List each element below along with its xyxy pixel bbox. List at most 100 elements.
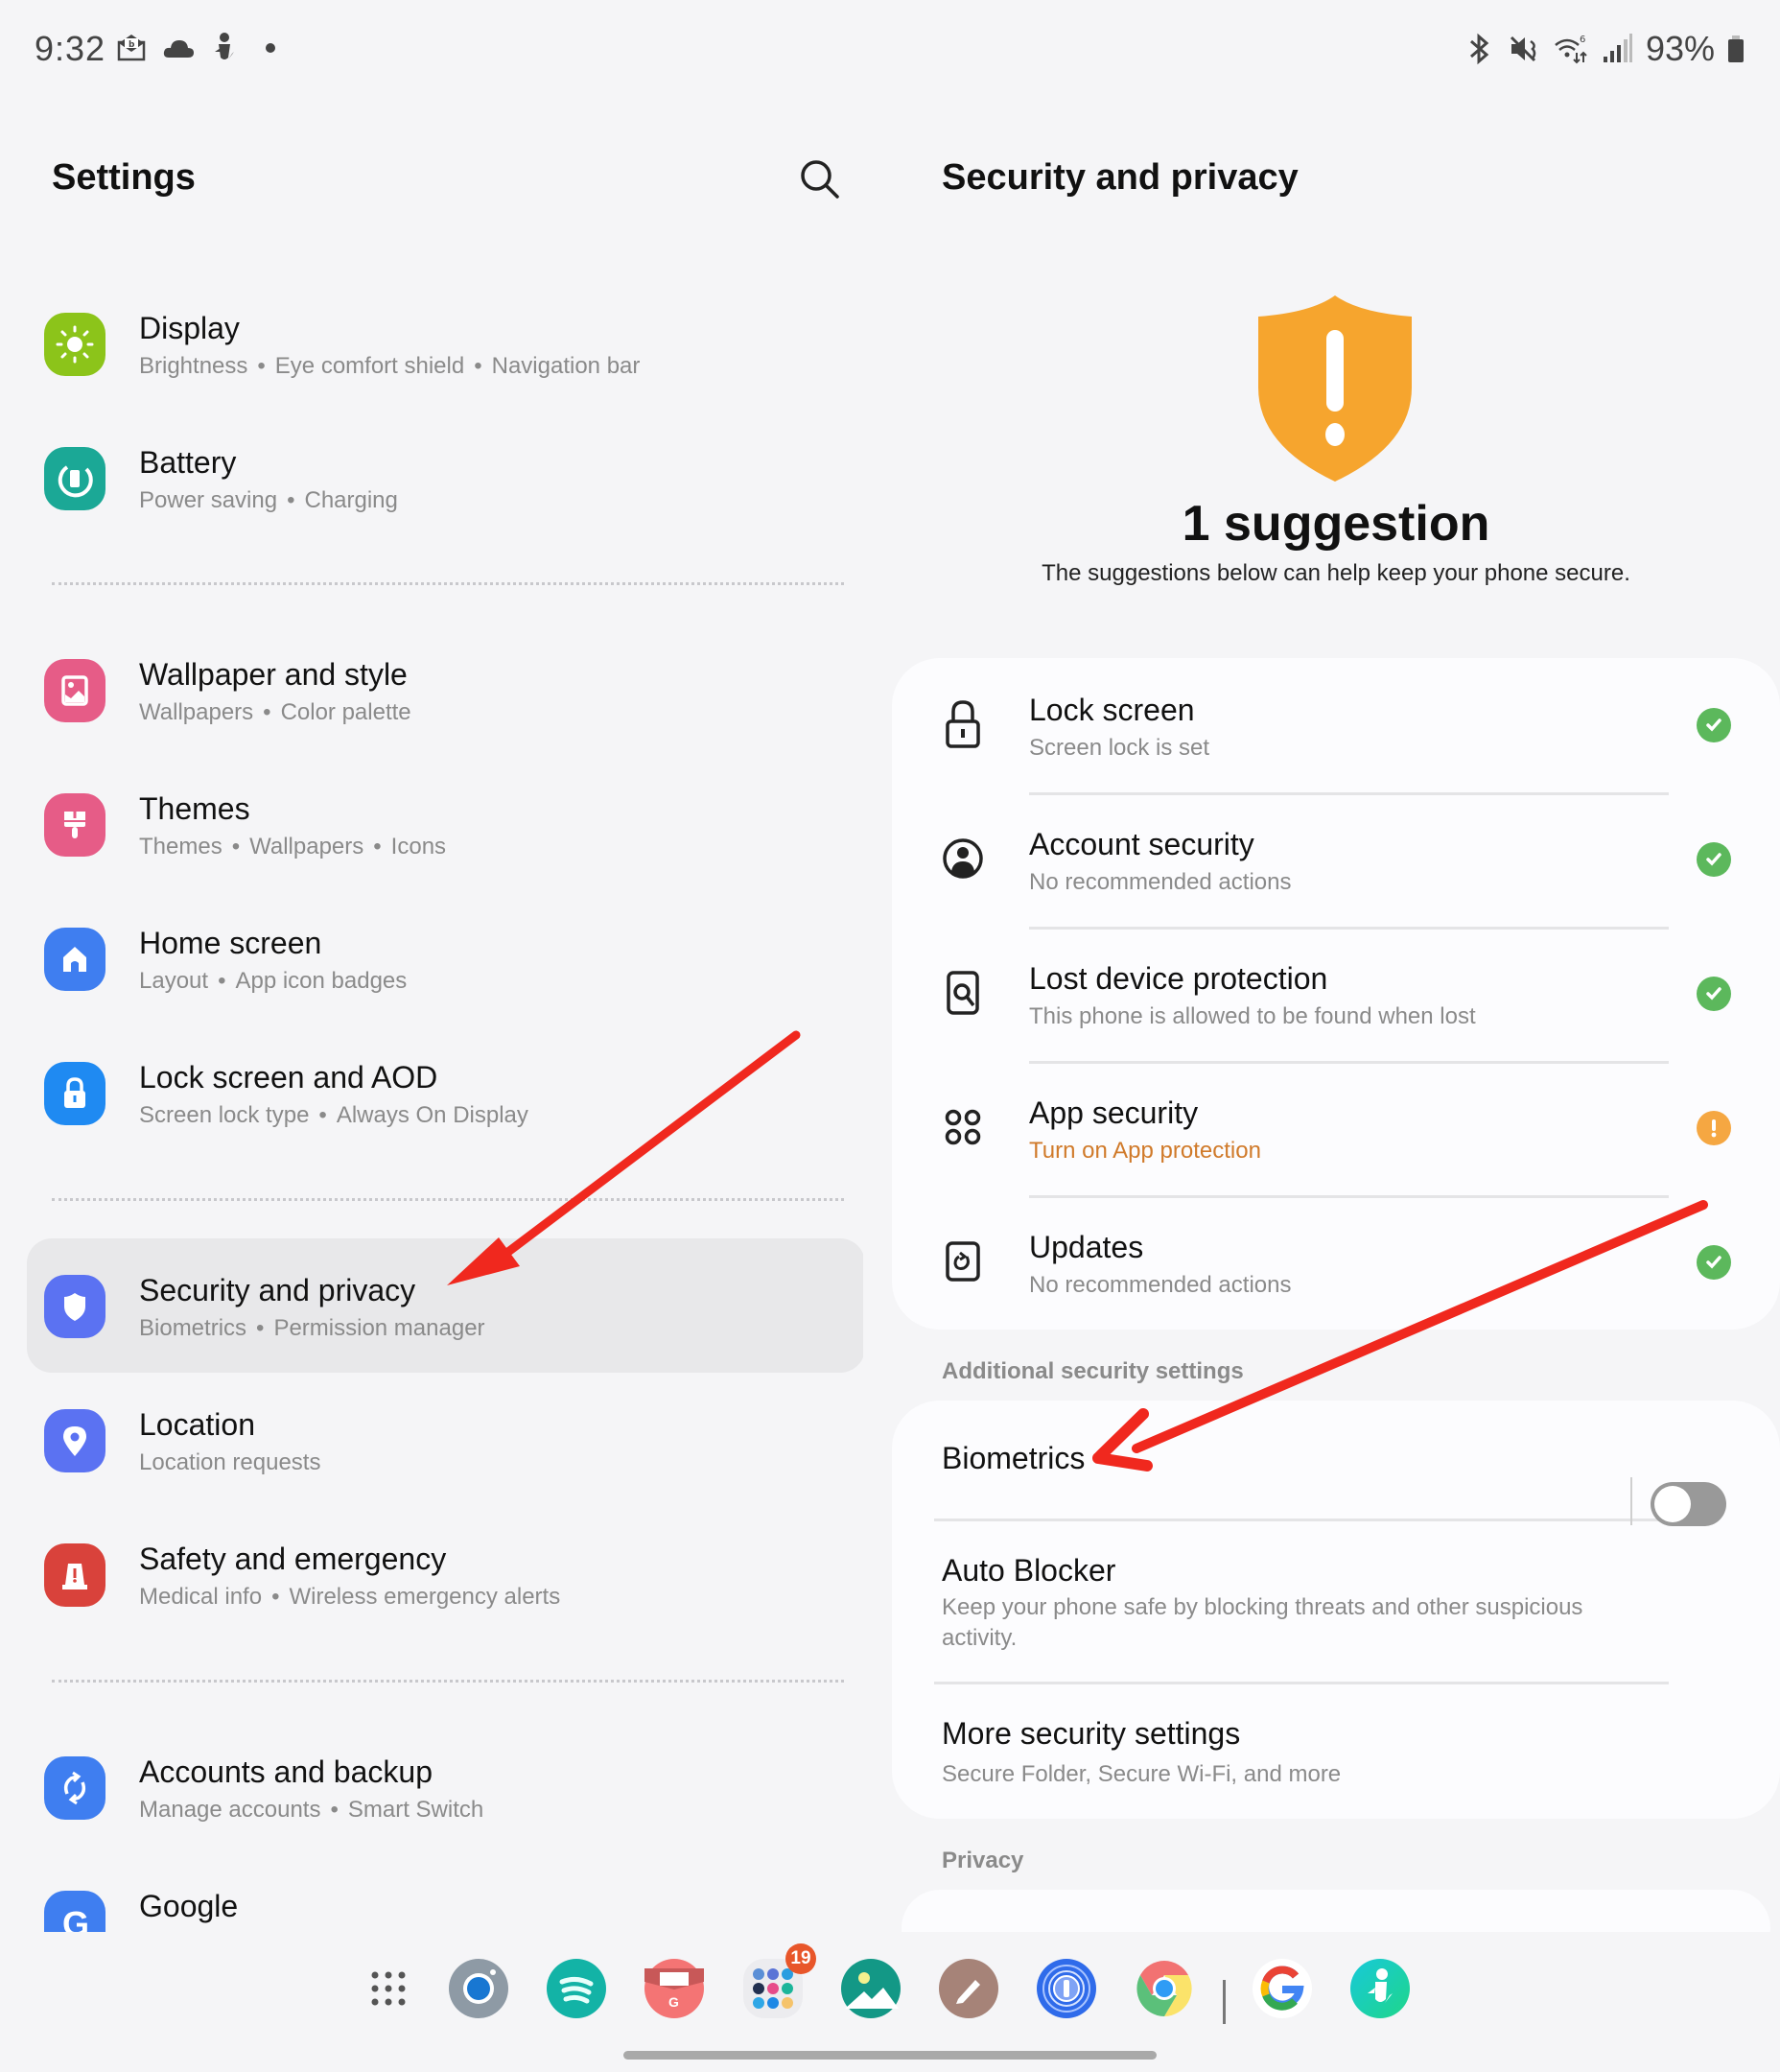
samsung-health-app[interactable] [1350, 1959, 1410, 2018]
auto-blocker-description: Keep your phone safe by blocking threats… [942, 1594, 1583, 1651]
settings-item-subtitle: Power saving • Charging [139, 487, 398, 513]
check-title: Lock screen [1029, 693, 1195, 727]
subtitle-part: Themes [139, 834, 222, 859]
more-security-settings-title[interactable]: More security settings [942, 1716, 1240, 1752]
chrome-app[interactable] [1135, 1959, 1194, 2018]
check-row-lost-device[interactable]: Lost device protection This phone is all… [892, 927, 1780, 1061]
settings-item-title: Lock screen and AOD [139, 1060, 438, 1095]
section-header-privacy: Privacy [942, 1848, 1024, 1873]
check-row-account-security[interactable]: Account security No recommended actions [892, 792, 1780, 927]
check-row-updates[interactable]: Updates No recommended actions [892, 1195, 1780, 1330]
search-icon[interactable] [796, 155, 844, 203]
subtitle-part: Permission manager [273, 1315, 485, 1341]
cloud-icon [163, 40, 194, 58]
google-g-icon: G [44, 1891, 105, 1932]
svg-text:G: G [668, 1994, 679, 2010]
battery-icon [44, 447, 105, 510]
check-ok-icon [1697, 842, 1731, 877]
home-icon [44, 928, 105, 991]
subtitle-part: Biometrics [139, 1315, 247, 1341]
spotify-app[interactable] [547, 1959, 606, 2018]
check-row-app-security[interactable]: App security Turn on App protection [892, 1061, 1780, 1195]
check-ok-icon [1697, 1245, 1731, 1280]
home-indicator[interactable] [623, 2051, 1157, 2060]
biometrics-item[interactable]: Biometrics [942, 1441, 1085, 1476]
mail-g-icon: G [644, 1968, 704, 2010]
keyhole-icon [1042, 1965, 1090, 2013]
section-header-additional: Additional security settings [942, 1358, 1244, 1384]
toggle-knob [1654, 1486, 1691, 1522]
subtitle-part: Brightness [139, 353, 248, 379]
check-ok-icon [1697, 977, 1731, 1011]
settings-item-subtitle: Screen lock type • Always On Display [139, 1102, 528, 1128]
check-subtitle: Screen lock is set [1029, 735, 1210, 761]
settings-item-subtitle: Manage accounts • Smart Switch [139, 1797, 484, 1823]
location-pin-icon [44, 1409, 105, 1472]
settings-item-subtitle: Biometrics • Permission manager [139, 1315, 485, 1341]
svg-text:G: G [62, 1904, 89, 1932]
settings-item-lock-screen-aod[interactable]: Lock screen and AOD Screen lock type • Alw… [27, 1025, 863, 1160]
settings-item-title: Security and privacy [139, 1273, 416, 1307]
settings-item-subtitle: Brightness • Eye comfort shield • Navigation… [139, 353, 641, 379]
apps-grid-icon [945, 1109, 981, 1145]
subtitle-part: Smart Switch [347, 1797, 484, 1823]
battery-icon [1728, 35, 1744, 62]
check-subtitle: This phone is allowed to be found when l… [1029, 1003, 1476, 1029]
1password-app[interactable] [1037, 1959, 1096, 2018]
auto-blocker-toggle[interactable] [1651, 1482, 1726, 1526]
spotify-icon [559, 1976, 594, 2004]
settings-item-title: Wallpaper and style [139, 657, 408, 692]
warning-icon [1697, 1111, 1731, 1145]
status-time: 9:32 [35, 29, 106, 68]
settings-title: Settings [52, 157, 196, 198]
settings-item-title: Accounts and backup [139, 1754, 433, 1789]
group-divider [52, 582, 844, 585]
settings-item-security-privacy[interactable]: Security and privacy Biometrics • Permissi… [27, 1238, 863, 1373]
shield-icon [44, 1275, 105, 1338]
settings-item-themes[interactable]: Themes Themes • Wallpapers • Icons [27, 757, 863, 891]
taskbar-dock: G 19 [0, 1932, 1780, 2072]
gallery-app[interactable] [841, 1959, 901, 2018]
subtitle-part: Navigation bar [491, 353, 641, 379]
pencil-icon [956, 1980, 980, 2004]
chrome-icon [1136, 1961, 1192, 2016]
check-ok-icon [1697, 708, 1731, 742]
settings-item-wallpaper[interactable]: Wallpaper and style Wallpapers • Color pal… [27, 623, 863, 757]
settings-item-safety-emergency[interactable]: Safety and emergency Medical info • Wirele… [27, 1507, 863, 1641]
health-icon [1368, 1968, 1393, 2003]
subtitle-part: Wireless emergency alerts [289, 1584, 561, 1610]
settings-item-title: Home screen [139, 926, 322, 960]
auto-blocker-title[interactable]: Auto Blocker [942, 1553, 1115, 1589]
settings-item-location[interactable]: Location Location requests [27, 1373, 863, 1507]
app-folder[interactable]: 19 [743, 1943, 816, 2018]
subtitle-part: Always On Display [336, 1102, 528, 1128]
row-divider [934, 1682, 1669, 1684]
check-row-lock-screen[interactable]: Lock screen Screen lock is set [892, 658, 1780, 792]
mail-notification-icon: b [117, 35, 146, 61]
settings-item-accounts-backup[interactable]: Accounts and backup Manage accounts • Smar… [27, 1720, 863, 1854]
find-device-icon [947, 971, 979, 1015]
subtitle-part: Charging [304, 487, 398, 513]
account-circle-icon [943, 838, 983, 879]
app-drawer-button[interactable] [359, 1959, 418, 2018]
sync-icon [44, 1756, 105, 1820]
subtitle-part: Screen lock type [139, 1102, 310, 1128]
settings-list-pane: Settings Display Brightness • Eye comfort … [0, 100, 863, 1932]
settings-item-google[interactable]: G Google [27, 1854, 863, 1932]
settings-item-title: Google [139, 1889, 239, 1923]
gmail-app[interactable]: G [644, 1959, 704, 2018]
battery-percent: 93% [1645, 29, 1715, 68]
check-title: Updates [1029, 1230, 1144, 1264]
notes-app[interactable] [939, 1959, 998, 2018]
camera-app[interactable] [449, 1959, 508, 2018]
padlock-icon [946, 700, 980, 748]
check-subtitle: No recommended actions [1029, 1272, 1292, 1298]
subtitle-part: Icons [390, 834, 447, 859]
settings-item-battery[interactable]: Battery Power saving • Charging [27, 411, 863, 545]
group-divider [52, 1198, 844, 1201]
settings-item-home-screen[interactable]: Home screen Layout • App icon badges [27, 891, 863, 1025]
settings-item-display[interactable]: Display Brightness • Eye comfort shield • Na… [27, 276, 863, 411]
brush-icon [44, 793, 105, 857]
google-app[interactable] [1253, 1959, 1312, 2018]
security-checks-card: Lock screen Screen lock is set Account s… [892, 658, 1780, 1330]
